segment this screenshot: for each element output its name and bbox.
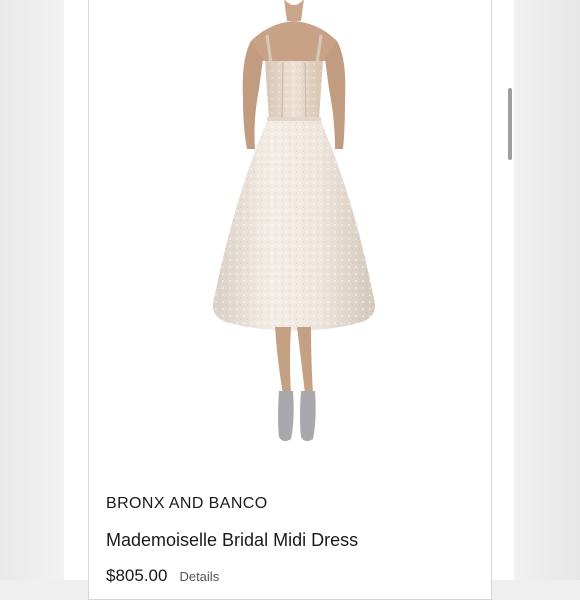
price: $805.00 (106, 566, 168, 585)
product-page: BRONX AND BANCO Mademoiselle Bridal Midi… (64, 0, 514, 600)
right-margin (514, 0, 580, 580)
brand-name[interactable]: BRONX AND BANCO (106, 495, 268, 513)
left-margin (0, 0, 64, 580)
product-image[interactable] (179, 0, 409, 449)
product-title[interactable]: Mademoiselle Bridal Midi Dress (106, 530, 358, 551)
product-card: BRONX AND BANCO Mademoiselle Bridal Midi… (88, 0, 492, 600)
scrollbar[interactable] (508, 88, 512, 160)
details-link[interactable]: Details (179, 569, 219, 584)
price-row: $805.00 Details (106, 566, 219, 586)
